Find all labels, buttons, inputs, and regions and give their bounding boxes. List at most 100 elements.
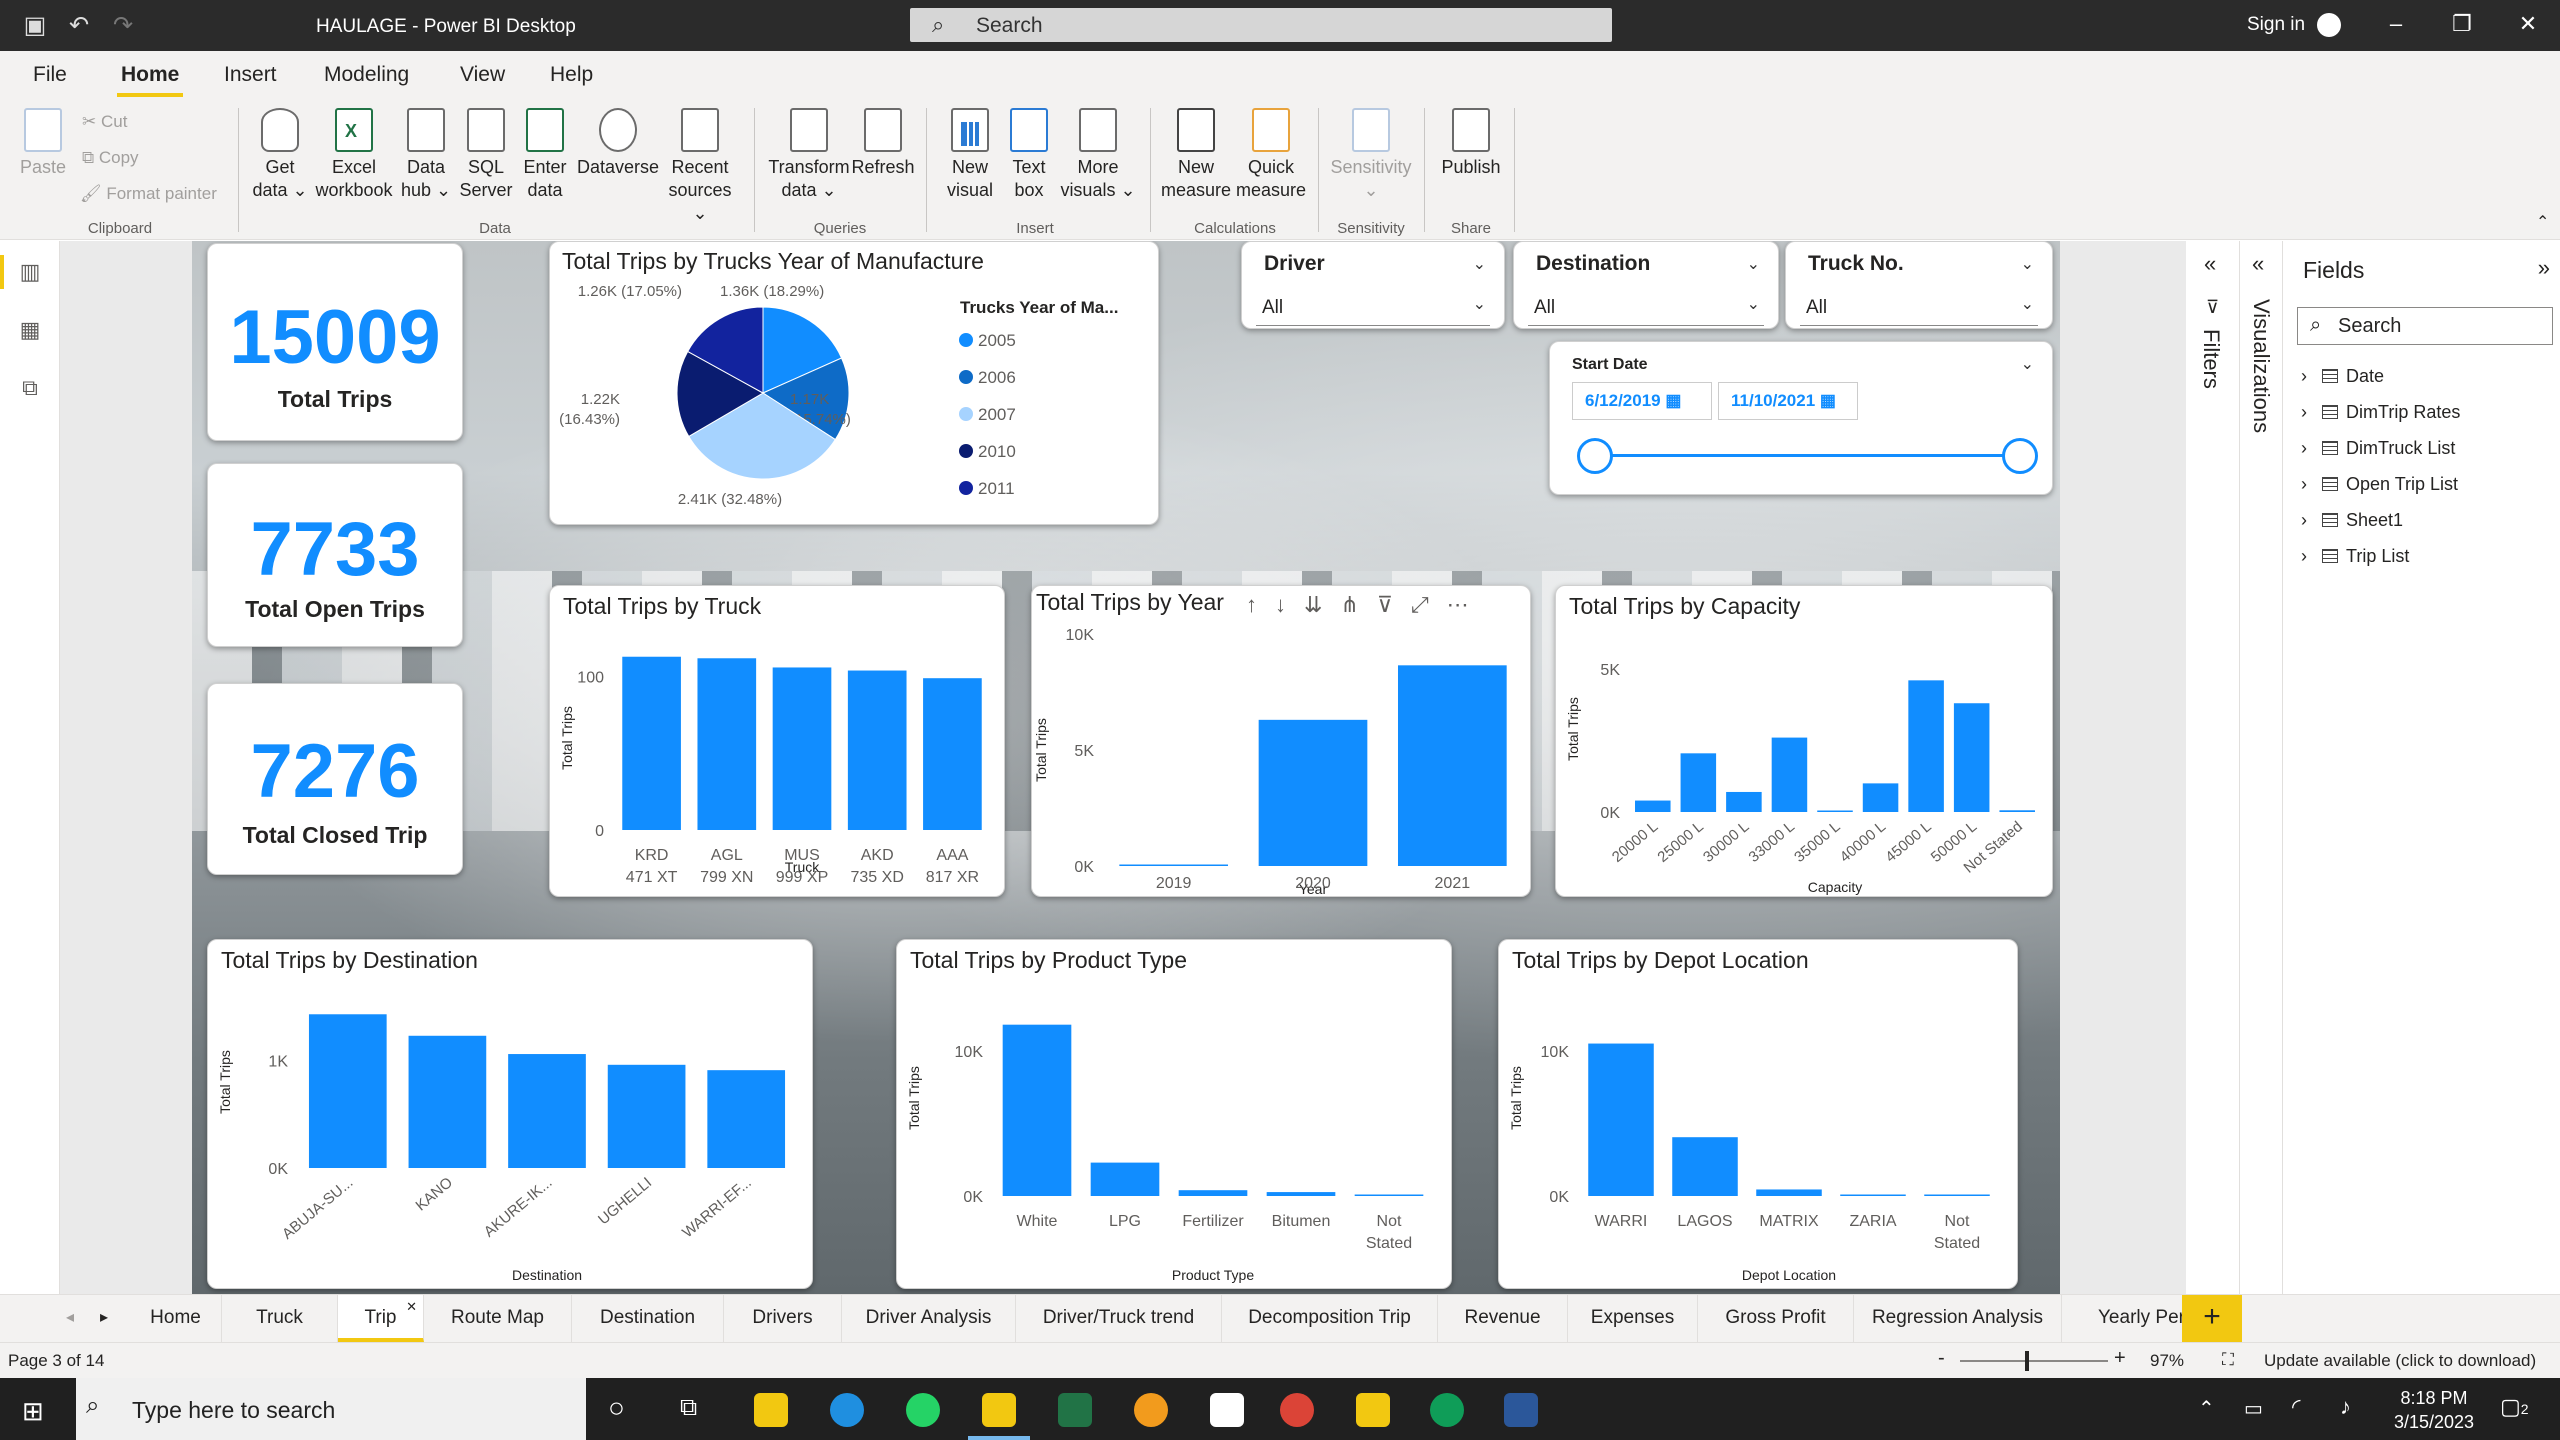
task-view-icon[interactable]: ⧉ [680, 1394, 697, 1422]
bar[interactable] [1090, 1162, 1160, 1196]
tab-scroll-left-icon[interactable]: ◂ [66, 1307, 74, 1327]
bar[interactable] [1924, 1194, 1990, 1197]
data-view-icon[interactable]: ▦ [16, 317, 44, 343]
volume-icon[interactable]: ♪ [2340, 1394, 2351, 1420]
format-painter-button[interactable]: 🖌 Format painter [80, 184, 217, 204]
drill-down-icon[interactable]: ↓ [1275, 592, 1304, 617]
bar[interactable] [1119, 864, 1229, 867]
tab-truck[interactable]: Truck [222, 1295, 338, 1342]
whatsapp-icon[interactable] [906, 1393, 940, 1427]
add-page-button[interactable]: + [2182, 1295, 2242, 1342]
search-box[interactable]: ⌕ Search [910, 8, 1612, 42]
expand-filters-icon[interactable]: « [2204, 251, 2216, 277]
menu-modeling[interactable]: Modeling [324, 63, 409, 87]
tab-gross-profit[interactable]: Gross Profit [1698, 1295, 1854, 1342]
save-icon[interactable]: ▣ [22, 13, 48, 39]
bar[interactable] [1840, 1194, 1906, 1197]
bar[interactable] [1397, 665, 1507, 866]
sql-server-button[interactable]: SQL Server [458, 108, 514, 202]
undo-icon[interactable]: ↶ [66, 13, 92, 39]
chevron-down-icon[interactable]: ⌄ [2021, 294, 2034, 314]
menu-file[interactable]: File [33, 63, 67, 87]
bar[interactable] [1680, 753, 1717, 812]
cut-button[interactable]: ✂ Cut [82, 112, 127, 132]
tab-yearly-performance[interactable]: Yearly Perfo [2062, 1295, 2182, 1342]
copy-button[interactable]: ⧉ Copy [82, 148, 139, 168]
field-table-item[interactable]: › Open Trip List [2301, 474, 2458, 495]
tab-destination[interactable]: Destination [572, 1295, 724, 1342]
tab-revenue[interactable]: Revenue [1438, 1295, 1568, 1342]
bar[interactable] [1672, 1137, 1738, 1196]
field-table-item[interactable]: › DimTruck List [2301, 438, 2455, 459]
bar[interactable] [1588, 1043, 1654, 1196]
chevron-down-icon[interactable]: ⌄ [1473, 294, 1486, 314]
enter-data-button[interactable]: Enter data [518, 108, 572, 202]
tab-route-map[interactable]: Route Map [424, 1295, 572, 1342]
chevron-down-icon[interactable]: ⌄ [1747, 294, 1760, 314]
bar[interactable] [1002, 1024, 1072, 1196]
calendar-icon[interactable]: ▦ [1820, 391, 1836, 410]
start-date-input[interactable]: 6/12/2019 ▦ [1572, 382, 1712, 420]
chevron-down-icon[interactable]: ⌄ [2021, 254, 2034, 274]
get-data-button[interactable]: Get data ⌄ [252, 108, 308, 202]
drill-up-icon[interactable]: ↑ [1246, 592, 1275, 617]
minimize-button[interactable]: – [2381, 11, 2411, 37]
field-table-item[interactable]: › Trip List [2301, 546, 2409, 567]
expand-visualizations-icon[interactable]: « [2252, 251, 2264, 277]
more-visuals-button[interactable]: More visuals ⌄ [1058, 108, 1138, 202]
chevron-down-icon[interactable]: ⌄ [2021, 354, 2034, 374]
close-tab-icon[interactable]: ✕ [406, 1299, 417, 1315]
zoom-out-button[interactable]: - [1938, 1347, 1945, 1370]
truck-slicer[interactable]: Truck No. ⌄ All ⌄ [1785, 241, 2053, 329]
pie-chart-visual[interactable]: Total Trips by Trucks Year of Manufactur… [549, 241, 1159, 525]
bar[interactable] [1862, 783, 1899, 812]
report-view-icon[interactable]: ▥ [16, 259, 44, 285]
new-measure-button[interactable]: New measure [1160, 108, 1232, 202]
avatar[interactable] [2317, 13, 2341, 37]
trips-by-year-visual[interactable]: Total Trips by Year 0K 5K 10K Total Trips Yea… [1031, 585, 1531, 897]
close-button[interactable]: ✕ [2513, 11, 2543, 37]
model-view-icon[interactable]: ⧉ [16, 375, 44, 401]
bar[interactable] [622, 656, 681, 830]
notification-icon[interactable]: ▢2 [2500, 1394, 2529, 1420]
tab-trip[interactable]: Trip ✕ [338, 1295, 424, 1342]
bar[interactable] [1953, 703, 1990, 812]
destination-slicer[interactable]: Destination ⌄ All ⌄ [1513, 241, 1779, 329]
bar[interactable] [607, 1064, 686, 1168]
bar[interactable] [772, 667, 832, 830]
excel-workbook-button[interactable]: Excel workbook [314, 108, 394, 202]
tray-chevron-icon[interactable]: ⌃ [2198, 1396, 2215, 1421]
start-date-slicer[interactable]: Start Date ⌄ 6/12/2019 ▦ 11/10/2021 ▦ [1549, 341, 2053, 495]
fields-search-input[interactable]: ⌕ Search [2297, 307, 2553, 345]
word-icon[interactable] [1504, 1393, 1538, 1427]
publish-button[interactable]: Publish [1436, 108, 1506, 179]
visualizations-pane-collapsed[interactable]: « Visualizations [2240, 241, 2282, 1294]
windows-start-icon[interactable]: ⊞ [22, 1396, 44, 1427]
chevron-down-icon[interactable]: ⌄ [1747, 254, 1760, 274]
collapse-ribbon-icon[interactable]: ⌃ [2536, 212, 2549, 232]
new-visual-button[interactable]: New visual [940, 108, 1000, 202]
menu-view[interactable]: View [460, 63, 505, 87]
bar[interactable] [1771, 737, 1808, 812]
destination-slicer-value[interactable]: All [1534, 297, 1555, 319]
bar[interactable] [1635, 800, 1671, 812]
bar[interactable] [308, 1014, 387, 1168]
file-explorer-icon[interactable] [754, 1393, 788, 1427]
zoom-slider-track[interactable] [1960, 1360, 2108, 1362]
bar[interactable] [1258, 719, 1368, 866]
chevron-down-icon[interactable]: ⌄ [1473, 254, 1486, 274]
chrome-icon[interactable] [1280, 1393, 1314, 1427]
sensitivity-button[interactable]: Sensitivity ⌄ [1326, 108, 1416, 202]
bar[interactable] [707, 1070, 786, 1168]
tab-driver-analysis[interactable]: Driver Analysis [842, 1295, 1016, 1342]
bar[interactable] [1726, 791, 1762, 812]
power-bi-icon-2[interactable] [1356, 1393, 1390, 1427]
bar[interactable] [1266, 1192, 1336, 1196]
bar[interactable] [408, 1035, 487, 1168]
field-table-item[interactable]: › Date [2301, 366, 2384, 387]
more-options-icon[interactable]: ⋯ [1447, 592, 1487, 617]
excel-icon[interactable] [1058, 1393, 1092, 1427]
kpi-card-total-trips[interactable]: 15009 Total Trips [207, 243, 463, 441]
restore-button[interactable]: ❐ [2447, 11, 2477, 37]
trips-by-product-visual[interactable]: Total Trips by Product Type 0K 10K Total Tr… [896, 939, 1452, 1289]
